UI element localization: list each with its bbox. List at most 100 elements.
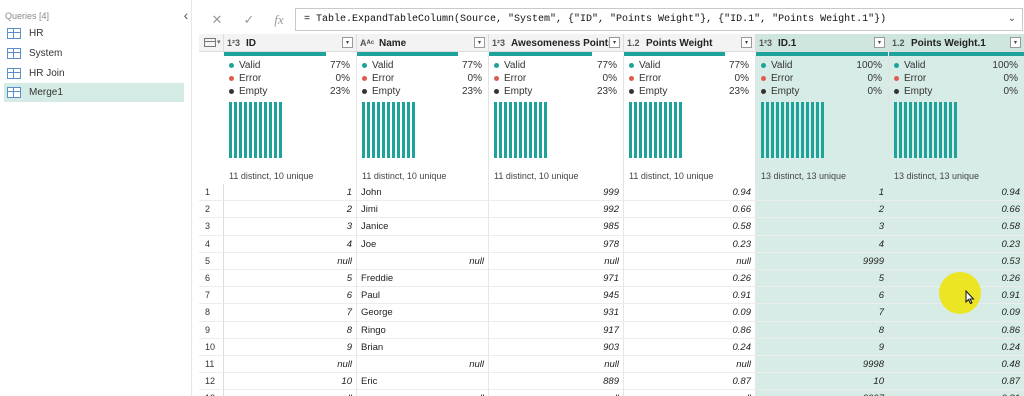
table-cell[interactable]: 0.23 xyxy=(624,235,756,253)
table-cell[interactable]: 7 xyxy=(756,304,889,322)
table-cell[interactable]: null xyxy=(224,252,357,270)
type-icon[interactable]: 1.2 xyxy=(627,38,640,48)
table-cell[interactable]: 0.87 xyxy=(624,373,756,391)
table-cell[interactable]: 9999 xyxy=(756,252,889,270)
type-icon[interactable]: 1²3 xyxy=(759,38,772,48)
table-cell[interactable]: 0.58 xyxy=(624,218,756,236)
distribution-chart[interactable] xyxy=(494,102,549,158)
type-icon[interactable]: Aᴬᶜ xyxy=(360,38,374,48)
table-cell[interactable]: 0.94 xyxy=(624,184,756,202)
table-cell[interactable]: 1 xyxy=(224,184,357,202)
commit-icon[interactable]: ✓ xyxy=(236,6,262,33)
table-menu-button[interactable]: ▾ xyxy=(199,34,224,52)
table-cell[interactable]: null xyxy=(624,252,756,270)
table-cell[interactable]: Janice xyxy=(357,218,489,236)
table-cell[interactable]: 8 xyxy=(224,321,357,339)
table-cell[interactable]: 945 xyxy=(489,287,624,305)
table-cell[interactable]: null xyxy=(624,390,756,396)
table-cell[interactable]: 0.23 xyxy=(889,235,1024,253)
expand-formula-icon[interactable]: ⌄ xyxy=(1008,13,1016,24)
table-cell[interactable]: 978 xyxy=(489,235,624,253)
table-cell[interactable]: null xyxy=(357,390,489,396)
table-cell[interactable]: 917 xyxy=(489,321,624,339)
type-icon[interactable]: 1²3 xyxy=(492,38,505,48)
table-row[interactable]: 6 5 Freddie 971 0.26 5 0.26 xyxy=(199,270,1024,288)
col-points-weight-1-header[interactable]: 1.2 Points Weight.1 ▾ xyxy=(889,34,1024,52)
type-icon[interactable]: 1.2 xyxy=(892,38,905,48)
table-cell[interactable]: 889 xyxy=(489,373,624,391)
table-cell[interactable]: 0.58 xyxy=(889,218,1024,236)
table-row[interactable]: 10 9 Brian 903 0.24 9 0.24 xyxy=(199,338,1024,356)
table-cell[interactable]: null xyxy=(489,390,624,396)
filter-dropdown-icon[interactable]: ▾ xyxy=(1010,37,1021,48)
table-cell[interactable]: 9997 xyxy=(756,390,889,396)
col-awesomeness-points-header[interactable]: 1²3 Awesomeness Points ▾ xyxy=(489,34,624,52)
filter-dropdown-icon[interactable]: ▾ xyxy=(474,37,485,48)
table-row[interactable]: 4 4 Joe 978 0.23 4 0.23 xyxy=(199,235,1024,253)
table-cell[interactable]: 0.26 xyxy=(624,270,756,288)
table-cell[interactable]: Joe xyxy=(357,235,489,253)
fx-icon[interactable]: fx xyxy=(266,6,292,33)
table-cell[interactable]: 0.09 xyxy=(624,304,756,322)
distribution-chart[interactable] xyxy=(629,102,684,158)
table-cell[interactable]: 3 xyxy=(224,218,357,236)
table-cell[interactable]: 999 xyxy=(489,184,624,202)
filter-dropdown-icon[interactable]: ▾ xyxy=(342,37,353,48)
filter-dropdown-icon[interactable]: ▾ xyxy=(609,37,620,48)
table-cell[interactable]: null xyxy=(489,252,624,270)
distribution-chart[interactable] xyxy=(894,102,959,158)
table-cell[interactable]: 0.53 xyxy=(889,252,1024,270)
table-cell[interactable]: 8 xyxy=(756,321,889,339)
query-item-merge1[interactable]: Merge1 xyxy=(4,83,184,102)
table-cell[interactable]: 931 xyxy=(489,304,624,322)
table-cell[interactable]: 0.81 xyxy=(889,390,1024,396)
table-cell[interactable]: 0.24 xyxy=(624,338,756,356)
table-cell[interactable]: 1 xyxy=(756,184,889,202)
table-row[interactable]: 1 1 John 999 0.94 1 0.94 xyxy=(199,184,1024,202)
type-icon[interactable]: 1²3 xyxy=(227,38,240,48)
table-cell[interactable]: 9 xyxy=(224,338,357,356)
table-row[interactable]: 8 7 George 931 0.09 7 0.09 xyxy=(199,304,1024,322)
table-cell[interactable]: 10 xyxy=(756,373,889,391)
table-cell[interactable]: 9998 xyxy=(756,356,889,374)
col-points-weight-header[interactable]: 1.2 Points Weight ▾ xyxy=(624,34,756,52)
table-cell[interactable]: Eric xyxy=(357,373,489,391)
table-row[interactable]: 5 null null null null 9999 0.53 xyxy=(199,252,1024,270)
query-item-system[interactable]: System xyxy=(4,44,184,63)
table-cell[interactable]: null xyxy=(624,356,756,374)
filter-dropdown-icon[interactable]: ▾ xyxy=(874,37,885,48)
table-cell[interactable]: 985 xyxy=(489,218,624,236)
table-cell[interactable]: 0.24 xyxy=(889,338,1024,356)
table-cell[interactable]: 0.91 xyxy=(624,287,756,305)
table-cell[interactable]: 3 xyxy=(756,218,889,236)
table-cell[interactable]: 6 xyxy=(756,287,889,305)
table-cell[interactable]: Paul xyxy=(357,287,489,305)
table-cell[interactable]: 5 xyxy=(224,270,357,288)
collapse-pane-icon[interactable]: ‹ xyxy=(180,8,192,22)
table-cell[interactable]: null xyxy=(357,356,489,374)
query-item-hr-join[interactable]: HR Join xyxy=(4,64,184,83)
table-cell[interactable]: 0.66 xyxy=(624,201,756,219)
table-cell[interactable]: 2 xyxy=(224,201,357,219)
distribution-chart[interactable] xyxy=(229,102,284,158)
table-cell[interactable]: George xyxy=(357,304,489,322)
table-row[interactable]: 9 8 Ringo 917 0.86 8 0.86 xyxy=(199,321,1024,339)
table-cell[interactable]: 903 xyxy=(489,338,624,356)
table-cell[interactable]: 971 xyxy=(489,270,624,288)
distribution-chart[interactable] xyxy=(761,102,826,158)
table-cell[interactable]: Ringo xyxy=(357,321,489,339)
table-row[interactable]: 12 10 Eric 889 0.87 10 0.87 xyxy=(199,373,1024,391)
col-name-header[interactable]: Aᴬᶜ Name ▾ xyxy=(357,34,489,52)
formula-input[interactable]: = Table.ExpandTableColumn(Source, "Syste… xyxy=(295,8,1023,31)
query-item-hr[interactable]: HR xyxy=(4,24,184,43)
distribution-chart[interactable] xyxy=(362,102,417,158)
table-cell[interactable]: John xyxy=(357,184,489,202)
table-cell[interactable]: 9 xyxy=(756,338,889,356)
table-cell[interactable]: Brian xyxy=(357,338,489,356)
table-cell[interactable]: Freddie xyxy=(357,270,489,288)
table-cell[interactable]: null xyxy=(224,356,357,374)
table-cell[interactable]: 7 xyxy=(224,304,357,322)
table-cell[interactable]: null xyxy=(489,356,624,374)
col-id-1-header[interactable]: 1²3 ID.1 ▾ xyxy=(756,34,889,52)
table-cell[interactable]: 6 xyxy=(224,287,357,305)
